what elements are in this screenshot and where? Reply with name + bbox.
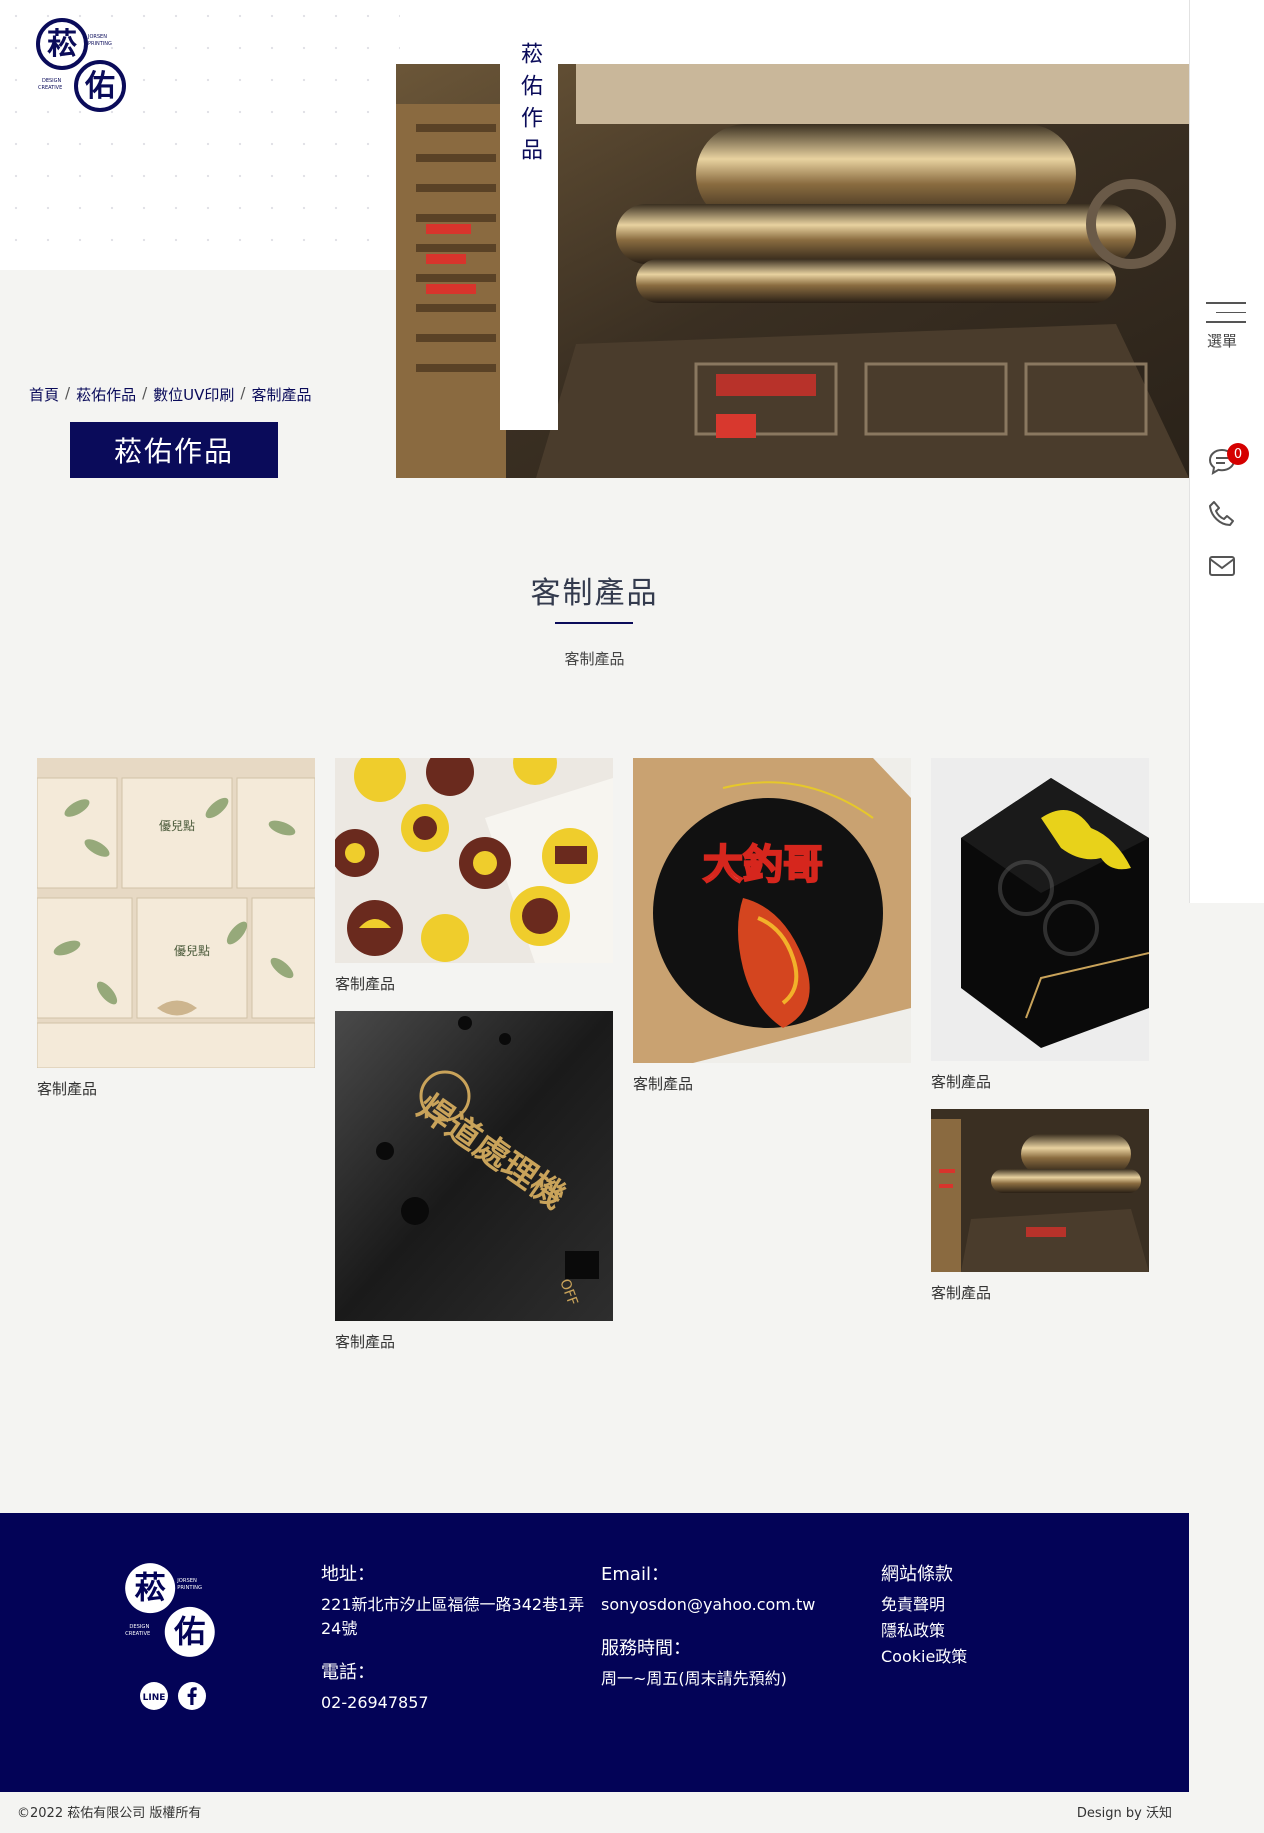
breadcrumb-current[interactable]: 客制產品 xyxy=(251,384,311,405)
breadcrumb-uv-printing[interactable]: 數位UV印刷 xyxy=(153,384,234,405)
svg-text:CREATIVE: CREATIVE xyxy=(38,85,62,91)
footer-logo[interactable]: 菘 佑 JORSEN PRINTING DESIGN CREATIVE xyxy=(121,1559,221,1659)
footer-email-hours: Email： sonyosdon@yahoo.com.tw 服務時間： 周一~周… xyxy=(601,1563,861,1693)
hours-value: 周一~周五(周末請先預約) xyxy=(601,1669,787,1688)
mail-icon[interactable] xyxy=(1206,550,1238,582)
section-title: 客制產品 xyxy=(530,576,659,611)
gallery-caption[interactable]: 客制產品 xyxy=(931,1071,1149,1092)
email-value[interactable]: sonyosdon@yahoo.com.tw xyxy=(601,1593,861,1617)
hours-label: 服務時間： xyxy=(601,1638,691,1659)
breadcrumb-separator: / xyxy=(65,384,71,402)
breadcrumb-works[interactable]: 菘佑作品 xyxy=(76,384,136,405)
menu-label[interactable]: 選單 xyxy=(1207,330,1237,351)
svg-text:佑: 佑 xyxy=(173,1614,205,1650)
page-title-button[interactable]: 菘佑作品 xyxy=(70,422,278,478)
svg-text:DESIGN: DESIGN xyxy=(42,78,62,84)
hero-vertical-title: 菘佑作品 xyxy=(517,42,542,170)
gallery-caption[interactable]: 客制產品 xyxy=(931,1282,1149,1303)
breadcrumb-separator: / xyxy=(142,384,148,402)
gift-box-text: 優兒點 xyxy=(174,944,210,958)
phone-icon[interactable] xyxy=(1206,498,1238,530)
terms-disclaimer-link[interactable]: 免責聲明 xyxy=(881,1593,1081,1617)
email-label: Email： xyxy=(601,1564,669,1585)
gallery-item[interactable]: 客制產品 xyxy=(931,758,1149,1092)
gallery-item[interactable]: 客制產品 xyxy=(335,758,613,994)
company-logo[interactable]: 菘 佑 JORSEN PRINTING DESIGN CREATIVE xyxy=(34,16,130,112)
gallery-image-fish-coaster[interactable]: 大釣哥 xyxy=(633,758,911,1063)
svg-text:LINE: LINE xyxy=(143,1693,166,1703)
footer-terms: 網站條款 免責聲明 隱私政策 Cookie政策 xyxy=(881,1563,1081,1671)
gallery-caption[interactable]: 客制產品 xyxy=(335,1331,613,1352)
gallery-image-printing-press[interactable] xyxy=(931,1109,1149,1272)
site-footer: 菘 佑 JORSEN PRINTING DESIGN CREATIVE LINE… xyxy=(0,1513,1189,1792)
coaster-text: 大釣哥 xyxy=(703,842,823,888)
svg-text:DESIGN: DESIGN xyxy=(129,1624,149,1630)
svg-text:PRINTING: PRINTING xyxy=(88,41,112,47)
line-icon[interactable]: LINE xyxy=(139,1681,169,1711)
terms-privacy-link[interactable]: 隱私政策 xyxy=(881,1619,1081,1643)
gallery-caption[interactable]: 客制產品 xyxy=(335,973,613,994)
phone-label: 電話： xyxy=(321,1662,375,1683)
svg-text:PRINTING: PRINTING xyxy=(177,1585,202,1591)
breadcrumb-home[interactable]: 首頁 xyxy=(29,384,59,405)
gallery-caption[interactable]: 客制產品 xyxy=(37,1078,315,1099)
copyright-text: ©2022 菘佑有限公司 版權所有 xyxy=(17,1806,202,1821)
breadcrumb-separator: / xyxy=(240,384,246,402)
gallery-item[interactable]: 客制產品 xyxy=(931,1109,1149,1303)
facebook-icon[interactable] xyxy=(177,1681,207,1711)
svg-text:CREATIVE: CREATIVE xyxy=(125,1631,150,1637)
gallery-item[interactable]: 焊道處理機 OFF 客制產品 xyxy=(335,1011,613,1352)
svg-text:JORSEN: JORSEN xyxy=(87,34,107,40)
footer-contact: 地址： 221新北市汐止區福德一路342巷1弄24號 電話： 02-269478… xyxy=(321,1563,586,1717)
gift-box-text: 優兒點 xyxy=(159,819,195,833)
terms-label: 網站條款 xyxy=(881,1564,953,1585)
gallery-image-black-panel[interactable]: 焊道處理機 OFF xyxy=(335,1011,613,1321)
breadcrumb: 首頁 / 菘佑作品 / 數位UV印刷 / 客制產品 xyxy=(29,384,311,405)
hero-vertical-title-tab: 菘佑作品 xyxy=(500,32,558,430)
address-label: 地址： xyxy=(321,1564,375,1585)
gallery-image-black-cube[interactable] xyxy=(931,758,1149,1061)
design-credit[interactable]: Design by 沃知 xyxy=(1077,1802,1172,1821)
svg-text:菘: 菘 xyxy=(47,27,77,62)
address-value: 221新北市汐止區福德一路342巷1弄24號 xyxy=(321,1595,585,1638)
section-subtitle: 客制產品 xyxy=(564,650,625,668)
menu-button[interactable] xyxy=(1206,302,1248,331)
gallery-item[interactable]: 大釣哥 客制產品 xyxy=(633,758,911,1094)
svg-text:菘: 菘 xyxy=(135,1571,167,1607)
chat-count-badge: 0 xyxy=(1227,443,1249,465)
terms-cookie-link[interactable]: Cookie政策 xyxy=(881,1645,1081,1669)
section-title-underline xyxy=(555,622,633,624)
svg-text:JORSEN: JORSEN xyxy=(176,1578,197,1584)
gallery-image-gift-boxes[interactable]: 優兒點 優兒點 xyxy=(37,758,315,1068)
gallery-item[interactable]: 優兒點 優兒點 客制產品 xyxy=(37,758,315,1099)
gallery-caption[interactable]: 客制產品 xyxy=(633,1073,911,1094)
svg-text:佑: 佑 xyxy=(84,69,115,104)
gallery-image-stickers[interactable] xyxy=(335,758,613,963)
phone-value[interactable]: 02-26947857 xyxy=(321,1691,586,1715)
